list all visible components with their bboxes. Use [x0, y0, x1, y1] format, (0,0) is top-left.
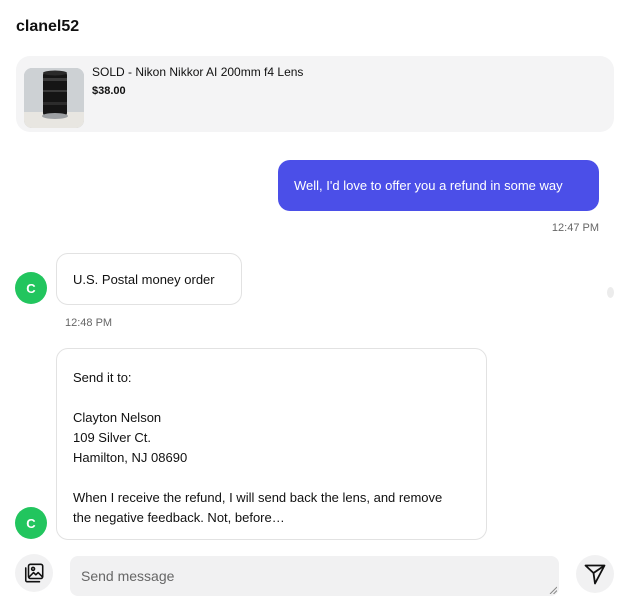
message-line — [73, 388, 470, 408]
message-line: Send it to: — [73, 370, 132, 385]
message-line: 109 Silver Ct. — [73, 430, 152, 445]
conversation-title: clanel52 — [16, 18, 80, 35]
listing-title: SOLD - Nikon Nikkor AI 200mm f4 Lens — [92, 65, 304, 79]
listing-thumbnail — [24, 68, 84, 128]
listing-card[interactable]: SOLD - Nikon Nikkor AI 200mm f4 Lens $38… — [16, 56, 614, 132]
attach-image-button[interactable] — [15, 554, 53, 592]
avatar[interactable]: C — [15, 272, 47, 304]
message-timestamp: 12:48 PM — [65, 317, 113, 329]
message-line: When I receive the refund, I will send b… — [73, 490, 443, 505]
send-icon — [584, 564, 606, 585]
message-composer — [0, 548, 636, 603]
message-line: Hamilton, NJ 08690 — [73, 450, 188, 465]
message-line: the negative feedback. Not, before… — [73, 510, 285, 525]
incoming-message: U.S. Postal money order — [56, 253, 242, 305]
listing-price: $38.00 — [92, 85, 126, 97]
incoming-message: Send it to: Clayton Nelson 109 Silver Ct… — [56, 348, 487, 540]
message-line — [73, 468, 470, 488]
outgoing-message: Well, I'd love to offer you a refund in … — [278, 160, 599, 211]
lens-photo — [24, 68, 84, 128]
resize-handle-icon[interactable] — [549, 586, 557, 594]
message-line: Clayton Nelson — [73, 410, 162, 425]
avatar[interactable]: C — [15, 507, 47, 539]
image-gallery-icon — [24, 563, 44, 583]
message-input[interactable] — [70, 556, 559, 596]
send-button[interactable] — [576, 555, 614, 593]
message-timestamp: 12:47 PM — [551, 222, 599, 234]
scroll-indicator — [607, 287, 614, 298]
